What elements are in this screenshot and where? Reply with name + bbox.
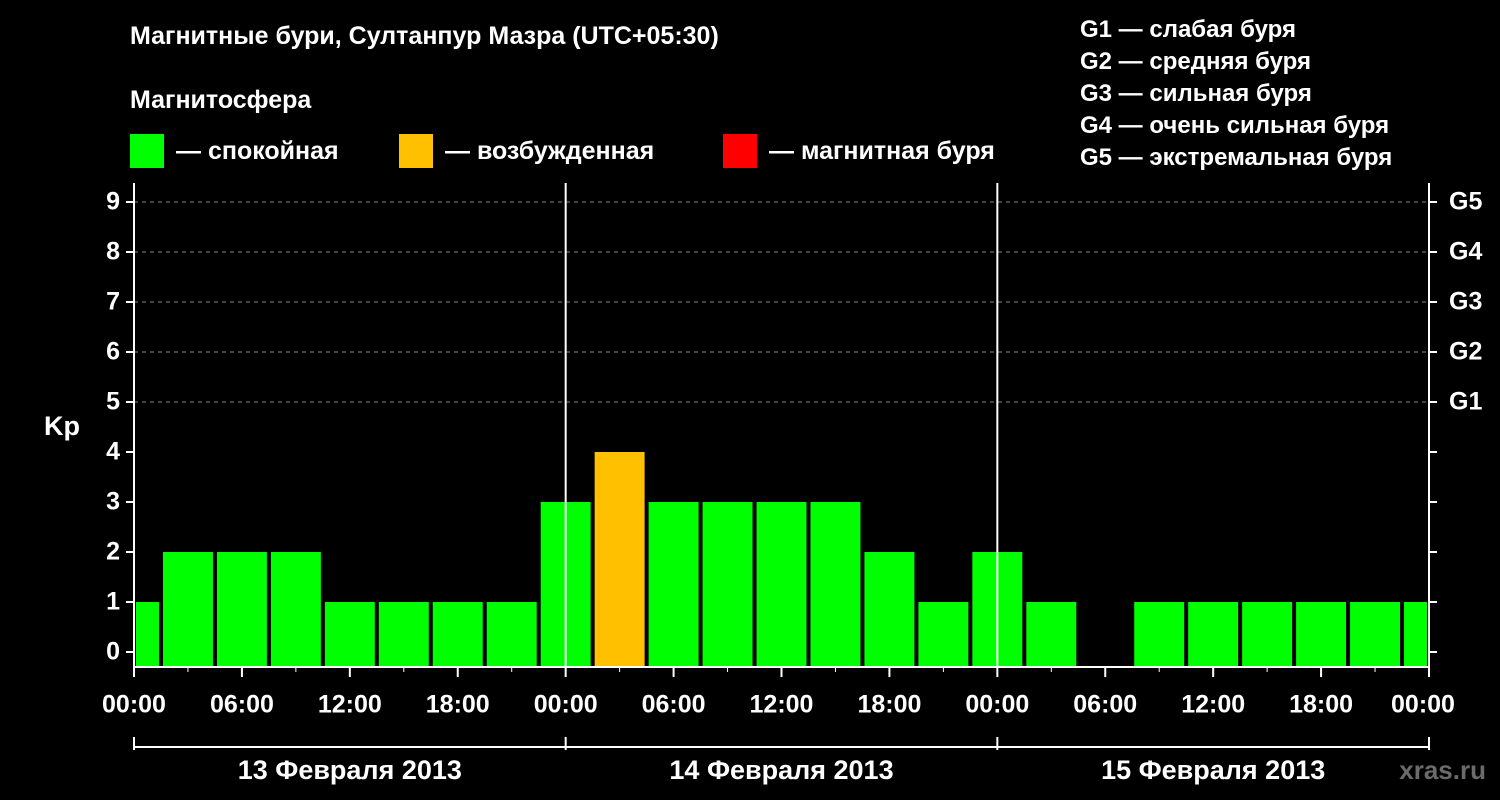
g-level-label: G2 [1449, 338, 1482, 366]
x-tick-label: 00:00 [1391, 691, 1455, 719]
kp-bar [648, 502, 699, 667]
y-tick-label: 4 [106, 438, 120, 466]
x-tick-label: 12:00 [750, 691, 814, 719]
watermark: xras.ru [1399, 755, 1486, 785]
y-tick-label: 3 [106, 488, 120, 516]
y-tick-label: 5 [106, 388, 120, 416]
kp-bar [1296, 602, 1347, 667]
x-tick-label: 06:00 [642, 691, 706, 719]
kp-bar-chart: 0 1 2 3 4 5 6 7 8 9 G1 G2 G3 G4 G5 Kp 00:00 06:00 12:00 18:… [44, 183, 1482, 785]
kp-bar [162, 552, 213, 667]
x-tick-label: 00:00 [534, 691, 598, 719]
y-axis-label: Kp [44, 411, 80, 441]
x-tick-label: 18:00 [426, 691, 490, 719]
kp-bar [1026, 602, 1077, 667]
kp-bar [1242, 602, 1293, 667]
kp-bar [702, 502, 753, 667]
kp-bar [216, 552, 267, 667]
x-tick-label: 06:00 [1073, 691, 1137, 719]
y-tick-label: 1 [106, 588, 120, 616]
kp-bar [324, 602, 375, 667]
kp-bar [378, 602, 429, 667]
kp-bar [432, 602, 483, 667]
g-level-label: G5 [1449, 188, 1482, 216]
kp-bar [136, 602, 159, 667]
kp-bar [1350, 602, 1401, 667]
kp-bar [270, 552, 321, 667]
y-tick-label: 9 [106, 188, 120, 216]
kp-bar [918, 602, 969, 667]
kp-bar [486, 602, 537, 667]
g-level-label: G1 [1449, 388, 1482, 416]
kp-bar [756, 502, 807, 667]
kp-bar [810, 502, 861, 667]
date-label: 13 Февраля 2013 [238, 755, 462, 785]
x-tick-label: 00:00 [965, 691, 1029, 719]
kp-bar [594, 452, 645, 667]
date-label: 14 Февраля 2013 [669, 755, 893, 785]
x-tick-label: 12:00 [1181, 691, 1245, 719]
kp-bar [864, 552, 915, 667]
y-tick-label: 6 [106, 338, 120, 366]
g-level-label: G3 [1449, 288, 1482, 316]
x-tick-label: 12:00 [318, 691, 382, 719]
x-tick-label: 06:00 [210, 691, 274, 719]
date-label: 15 Февраля 2013 [1101, 755, 1325, 785]
g-level-label: G4 [1449, 238, 1482, 266]
kp-bar [1134, 602, 1185, 667]
y-tick-label: 2 [106, 538, 120, 566]
y-tick-label: 0 [106, 638, 120, 666]
x-tick-label: 18:00 [1289, 691, 1353, 719]
kp-bar [1188, 602, 1239, 667]
y-tick-label: 7 [106, 288, 120, 316]
x-tick-label: 00:00 [102, 691, 166, 719]
x-tick-label: 18:00 [857, 691, 921, 719]
kp-bar [1404, 602, 1427, 667]
y-tick-label: 8 [106, 238, 120, 266]
